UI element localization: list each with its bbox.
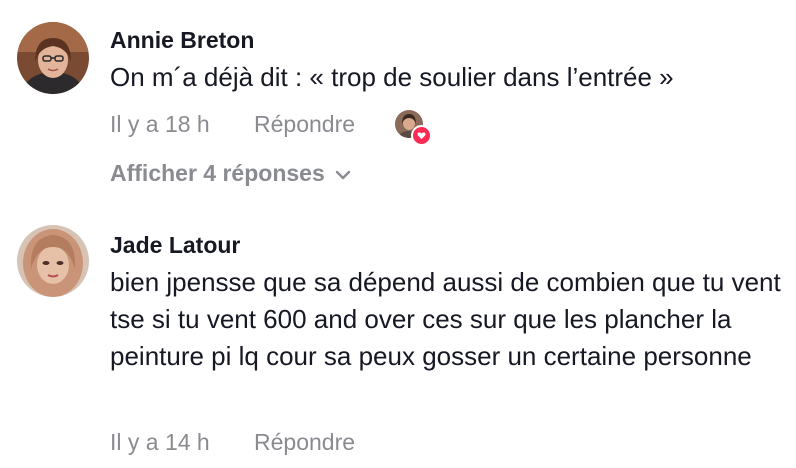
creator-liked-badge <box>395 110 432 146</box>
avatar[interactable] <box>17 225 89 297</box>
heart-icon <box>411 125 432 146</box>
comment-author[interactable]: Jade Latour <box>110 232 240 259</box>
comment-author[interactable]: Annie Breton <box>110 27 254 54</box>
show-replies-label: Afficher 4 réponses <box>110 160 325 186</box>
comment-timestamp: Il y a 14 h <box>110 429 210 455</box>
avatar[interactable] <box>17 22 89 94</box>
chevron-down-icon <box>335 160 351 187</box>
comment-text: On m´a déjà dit : « trop de soulier dans… <box>110 62 674 92</box>
comment-timestamp: Il y a 18 h <box>110 111 210 137</box>
show-replies-button[interactable]: Afficher 4 réponses <box>110 160 351 187</box>
comment-text: bien jpensse que sa dépend aussi de comb… <box>110 267 781 371</box>
reply-button[interactable]: Répondre <box>254 429 355 456</box>
comment-item: Jade Latour bien jpensse que sa dépend a… <box>0 200 796 468</box>
reply-button[interactable]: Répondre <box>254 111 355 138</box>
comment-item: Annie Breton On m´a déjà dit : « trop de… <box>0 0 796 200</box>
